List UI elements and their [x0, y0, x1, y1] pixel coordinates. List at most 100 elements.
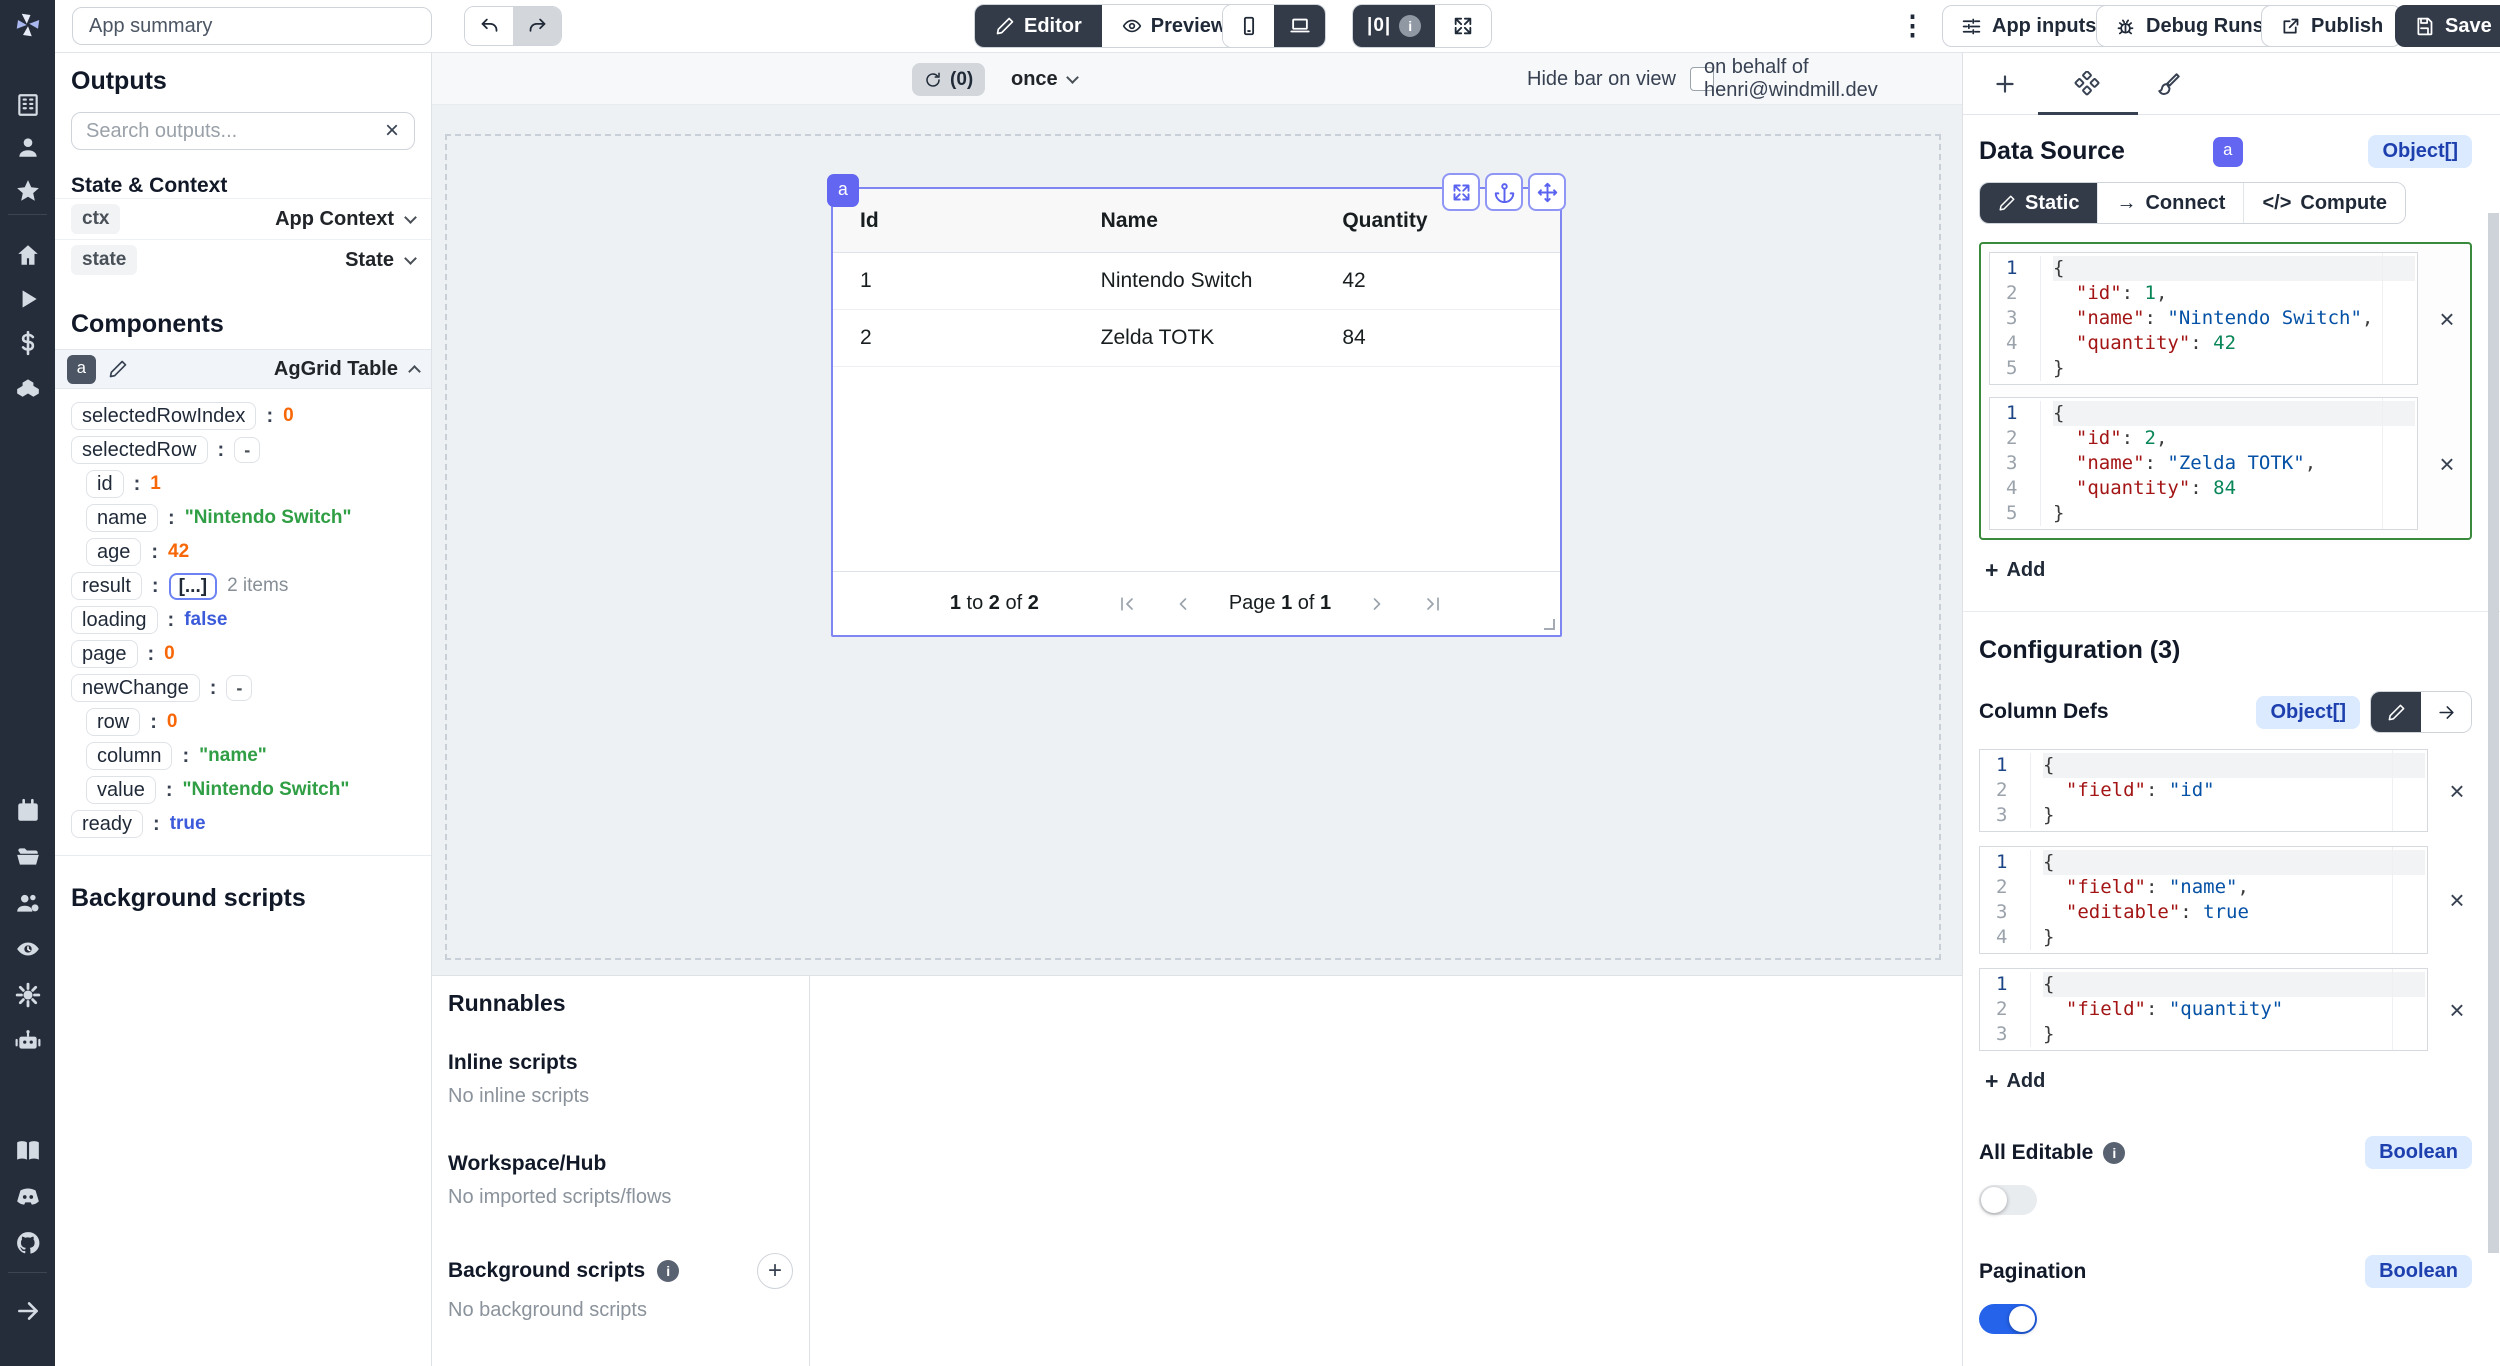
json-code-editor[interactable]: 12345{ "id": 2, "name": "Zelda TOTK", "q…: [1989, 397, 2418, 530]
bottom-panel: Runnables Inline scripts No inline scrip…: [432, 975, 1962, 1366]
json-code-editor[interactable]: 1234{ "field": "name", "editable": true}: [1979, 846, 2428, 954]
state-row[interactable]: state State: [55, 239, 431, 280]
audit-logs-eye-icon[interactable]: [0, 930, 55, 968]
scrollbar-thumb[interactable]: [2488, 213, 2499, 1253]
diff-button[interactable]: |0|i: [1353, 5, 1435, 47]
column-defs-editors: 123{ "field": "id"} × 1234{ "field": "name…: [1979, 749, 2472, 1051]
move-component-button[interactable]: [1528, 173, 1566, 211]
workspace-icon[interactable]: [0, 86, 55, 124]
add-data-source-item-button[interactable]: +Add: [1979, 556, 2051, 585]
refresh-button[interactable]: (0): [912, 63, 985, 96]
first-page-icon[interactable]: [1117, 594, 1137, 614]
undo-button[interactable]: [465, 7, 513, 45]
anchor-component-button[interactable]: [1485, 173, 1523, 211]
docs-book-icon[interactable]: [0, 1132, 55, 1170]
table-row[interactable]: 2Zelda TOTK84: [833, 310, 1560, 367]
user-icon[interactable]: [0, 128, 55, 166]
configuration-title: Configuration (3): [1979, 636, 2472, 665]
table-row[interactable]: 1Nintendo Switch42: [833, 253, 1560, 310]
app-inputs-button[interactable]: App inputs: [1942, 5, 2115, 47]
table-column-header[interactable]: Id: [833, 209, 1074, 233]
aggrid-table-component[interactable]: a IdNameQuantity 1Nintendo Switch422Zeld…: [831, 187, 1562, 637]
rail-divider: [8, 214, 47, 215]
windmill-logo-icon[interactable]: [0, 10, 55, 40]
output-row[interactable]: page:0: [71, 637, 415, 671]
favorites-star-icon[interactable]: [0, 172, 55, 210]
styling-tab-brush-icon[interactable]: [2156, 71, 2182, 97]
table-column-header[interactable]: Name: [1074, 209, 1316, 233]
output-row[interactable]: selectedRowIndex:0: [71, 399, 415, 433]
editor-tab[interactable]: Editor: [975, 5, 1102, 47]
table-column-header[interactable]: Quantity: [1315, 209, 1560, 233]
save-button[interactable]: Save: [2395, 5, 2500, 47]
compute-tab[interactable]: </>Compute: [2243, 183, 2405, 223]
expand-rail-arrow-icon[interactable]: [0, 1292, 55, 1330]
folders-icon[interactable]: [0, 838, 55, 876]
output-row[interactable]: row:0: [86, 705, 415, 739]
discord-icon[interactable]: [0, 1178, 55, 1216]
more-menu-kebab-icon[interactable]: ⋮: [1893, 12, 1932, 41]
remove-item-icon[interactable]: ×: [2432, 305, 2462, 333]
component-settings-tab-icon[interactable]: [2074, 71, 2100, 97]
static-tab[interactable]: Static: [1980, 183, 2097, 223]
redo-button[interactable]: [513, 7, 561, 45]
prev-page-icon[interactable]: [1173, 594, 1193, 614]
remove-item-icon[interactable]: ×: [2442, 777, 2472, 805]
resize-handle[interactable]: [1544, 619, 1555, 630]
component-row-header[interactable]: a AgGrid Table: [55, 349, 431, 389]
output-row[interactable]: loading:false: [71, 603, 415, 637]
search-outputs-input[interactable]: [71, 112, 415, 150]
connect-tab[interactable]: →Connect: [2097, 183, 2243, 223]
home-icon[interactable]: [0, 236, 55, 274]
connect-arrow-button[interactable]: [2421, 692, 2471, 732]
fullscreen-button[interactable]: [1435, 5, 1491, 47]
app-summary-input[interactable]: [72, 7, 432, 45]
add-background-script-button[interactable]: +: [757, 1253, 793, 1289]
ai-bot-icon[interactable]: [0, 1022, 55, 1060]
output-row[interactable]: age:42: [86, 535, 415, 569]
remove-item-icon[interactable]: ×: [2442, 886, 2472, 914]
add-label: Add: [2006, 1070, 2045, 1093]
plus-icon: +: [1985, 1068, 1998, 1095]
all-editable-toggle[interactable]: [1979, 1185, 2037, 1215]
desktop-view-button[interactable]: [1274, 5, 1325, 47]
add-column-def-button[interactable]: + Add: [1979, 1067, 2051, 1096]
output-row[interactable]: name:"Nintendo Switch": [86, 501, 415, 535]
publish-button[interactable]: Publish: [2261, 5, 2402, 47]
variables-dollar-icon[interactable]: [0, 324, 55, 362]
boolean-badge: Boolean: [2365, 1255, 2472, 1288]
canvas-grid[interactable]: a IdNameQuantity 1Nintendo Switch422Zeld…: [445, 134, 1941, 960]
schedules-calendar-icon[interactable]: [0, 792, 55, 830]
json-code-editor[interactable]: 123{ "field": "quantity"}: [1979, 968, 2428, 1051]
output-row[interactable]: selectedRow:-: [71, 433, 415, 467]
schedule-policy-dropdown[interactable]: once: [1005, 63, 1083, 96]
groups-icon[interactable]: [0, 884, 55, 922]
ctx-row[interactable]: ctx App Context: [55, 198, 431, 239]
remove-item-icon[interactable]: ×: [2442, 996, 2472, 1024]
edit-pencil-icon[interactable]: [108, 359, 128, 379]
component-badge[interactable]: a: [827, 174, 859, 207]
pagination-toggle[interactable]: [1979, 1304, 2037, 1334]
insert-component-tab-plus-icon[interactable]: [1992, 71, 2018, 97]
json-code-editor[interactable]: 12345{ "id": 1, "name": "Nintendo Switch…: [1989, 252, 2418, 385]
expand-component-button[interactable]: [1442, 173, 1480, 211]
output-row[interactable]: ready:true: [71, 807, 415, 841]
clear-search-icon[interactable]: ×: [377, 116, 407, 146]
json-code-editor[interactable]: 123{ "field": "id"}: [1979, 749, 2428, 832]
output-row[interactable]: column:"name": [86, 739, 415, 773]
inline-scripts-empty: No inline scripts: [448, 1085, 793, 1108]
runs-play-icon[interactable]: [0, 280, 55, 318]
mobile-view-button[interactable]: [1223, 5, 1274, 47]
output-row[interactable]: id:1: [86, 467, 415, 501]
next-page-icon[interactable]: [1367, 594, 1387, 614]
debug-runs-button[interactable]: Debug Runs: [2096, 5, 2283, 47]
github-icon[interactable]: [0, 1224, 55, 1262]
output-row[interactable]: value:"Nintendo Switch": [86, 773, 415, 807]
output-row[interactable]: newChange:-: [71, 671, 415, 705]
remove-item-icon[interactable]: ×: [2432, 450, 2462, 478]
last-page-icon[interactable]: [1423, 594, 1443, 614]
resources-boxes-icon[interactable]: [0, 368, 55, 406]
edit-static-button[interactable]: [2371, 692, 2421, 732]
output-row[interactable]: result:[...]2 items: [71, 569, 415, 603]
settings-gear-icon[interactable]: [0, 976, 55, 1014]
